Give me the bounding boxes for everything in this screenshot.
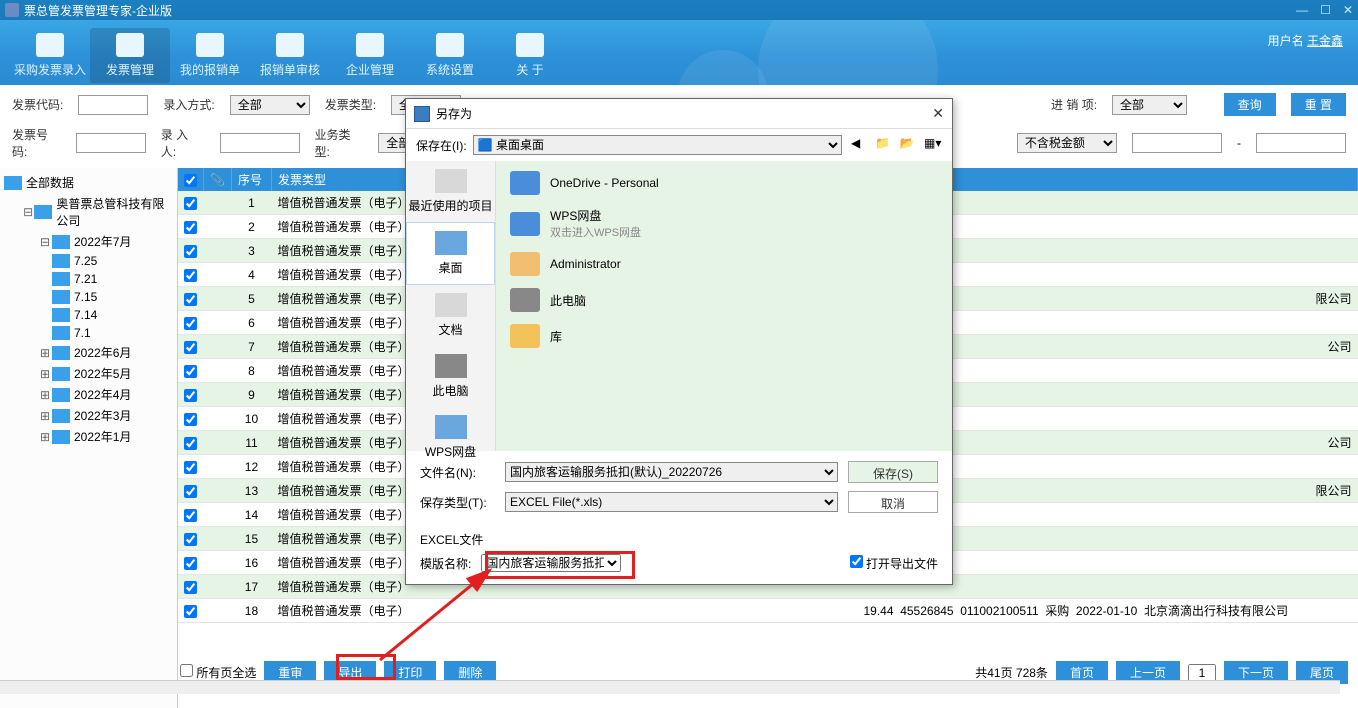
side-desktop[interactable]: 桌面	[406, 222, 495, 285]
filetype-select[interactable]: EXCEL File(*.xls)	[505, 492, 838, 512]
select-all-pages[interactable]: 所有页全选	[180, 664, 256, 681]
tool-my-reimburse[interactable]: 我的报销单	[170, 28, 250, 83]
user-link[interactable]: 王金鑫	[1307, 34, 1343, 48]
user-info: 用户名 王金鑫	[1268, 32, 1343, 49]
tool-reimburse-audit[interactable]: 报销单审核	[250, 28, 330, 83]
file-item: OneDrive - Personal	[500, 165, 948, 201]
filename-input[interactable]: 国内旅客运输服务抵扣(默认)_20220726	[505, 462, 838, 482]
jx-select[interactable]: 全部	[1112, 95, 1187, 115]
file-item: Administrator	[500, 246, 948, 282]
amount-to-input[interactable]	[1256, 133, 1346, 153]
save-location-select[interactable]: 🟦 桌面桌面	[473, 135, 842, 155]
close-icon[interactable]: ✕	[1343, 3, 1353, 17]
dialog-close-icon[interactable]: ✕	[932, 105, 944, 122]
newfolder-icon[interactable]: 📂	[900, 136, 918, 154]
maximize-icon[interactable]: ☐	[1320, 3, 1331, 17]
table-row: 18增值税普通发票（电子）19.44 45526845 011002100511…	[178, 599, 1358, 623]
highlight-export	[336, 654, 396, 680]
tool-enterprise[interactable]: 企业管理	[330, 28, 410, 83]
folder-tree[interactable]: 全部数据 ⊟奥普票总管科技有限公司 ⊟2022年7月 7.25 7.21 7.1…	[0, 168, 178, 708]
horizontal-scrollbar[interactable]	[0, 680, 1340, 694]
app-title: 票总管发票管理专家-企业版	[24, 2, 1296, 19]
dialog-title: 另存为	[436, 105, 472, 122]
dialog-cancel-button[interactable]: 取消	[848, 491, 938, 513]
select-all-checkbox[interactable]	[184, 174, 197, 187]
save-as-dialog: 另存为 ✕ 保存在(I): 🟦 桌面桌面 ◀ 📁 📂 ▦▾ 最近使用的项目 桌面…	[405, 98, 953, 585]
dialog-icon	[414, 106, 430, 122]
back-icon[interactable]: ◀	[851, 136, 869, 154]
entry-person-input[interactable]	[220, 133, 300, 153]
minimize-icon[interactable]: —	[1296, 3, 1308, 17]
file-item: 库	[500, 318, 948, 354]
tax-select[interactable]: 不含税金额	[1017, 133, 1117, 153]
file-item: 此电脑	[500, 282, 948, 318]
main-toolbar: 采购发票录入 发票管理 我的报销单 报销单审核 企业管理 系统设置 关 于 用户…	[0, 20, 1358, 85]
tool-purchase-entry[interactable]: 采购发票录入	[10, 28, 90, 83]
view-icon[interactable]: ▦▾	[924, 136, 942, 154]
page-input[interactable]	[1188, 664, 1216, 682]
app-icon	[5, 3, 19, 17]
dialog-sidebar: 最近使用的项目 桌面 文档 此电脑 WPS网盘	[406, 161, 496, 451]
side-documents[interactable]: 文档	[406, 285, 495, 346]
entry-mode-select[interactable]: 全部	[230, 95, 310, 115]
query-button[interactable]: 查询	[1224, 93, 1276, 116]
highlight-template	[485, 551, 635, 579]
tool-invoice-manage[interactable]: 发票管理	[90, 28, 170, 83]
up-icon[interactable]: 📁	[875, 136, 893, 154]
file-item: WPS网盘双击进入WPS网盘	[500, 201, 948, 246]
side-thispc[interactable]: 此电脑	[406, 346, 495, 407]
amount-from-input[interactable]	[1132, 133, 1222, 153]
titlebar: 票总管发票管理专家-企业版 — ☐ ✕	[0, 0, 1358, 20]
side-recent[interactable]: 最近使用的项目	[406, 161, 495, 222]
invoice-no-input[interactable]	[76, 133, 146, 153]
tool-about[interactable]: 关 于	[490, 28, 570, 83]
tool-settings[interactable]: 系统设置	[410, 28, 490, 83]
side-wps[interactable]: WPS网盘	[406, 407, 495, 468]
open-export-checkbox[interactable]: 打开导出文件	[850, 555, 938, 572]
invoice-code-input[interactable]	[78, 95, 148, 115]
reset-button[interactable]: 重 置	[1291, 93, 1346, 116]
dialog-save-button[interactable]: 保存(S)	[848, 461, 938, 483]
file-list[interactable]: OneDrive - Personal WPS网盘双击进入WPS网盘 Admin…	[496, 161, 952, 451]
